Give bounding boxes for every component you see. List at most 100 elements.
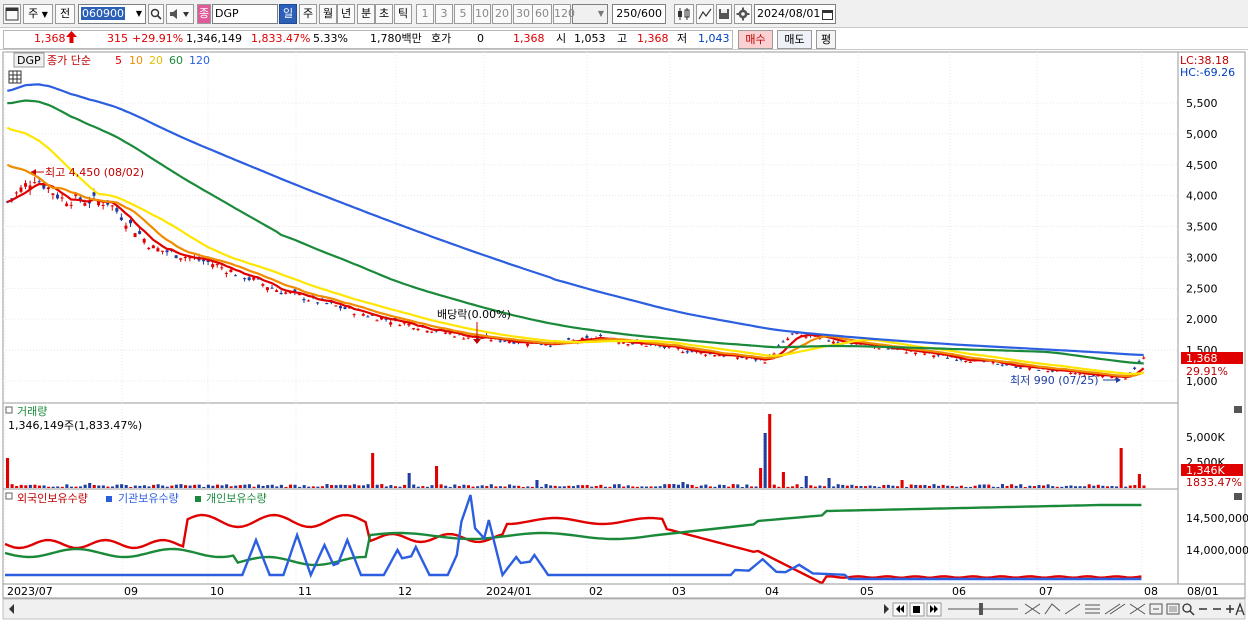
calendar-icon[interactable] [822,8,833,26]
interval-button-7[interactable]: 120 [553,4,575,24]
stock-name-field[interactable]: DGP [212,4,278,24]
volume-bar [800,486,804,488]
code-dropdown-icon[interactable]: ▼ [136,5,142,23]
price-change: 315 [107,32,128,45]
volume-bar [786,486,790,488]
volume-bar [257,484,261,488]
stop-icon[interactable] [909,602,925,617]
volume-bar [97,485,101,488]
candle-body [526,343,530,346]
volume-bar [544,484,548,488]
candle-body [443,332,447,334]
candle-body [338,306,342,309]
volume-bar [576,485,580,488]
period-button-1[interactable]: 주 [299,4,317,24]
grid-toggle-icon[interactable] [8,70,22,84]
volume-bar [900,480,904,488]
volume-bar [188,485,192,488]
last-page-icon[interactable] [926,602,942,617]
first-page-icon[interactable] [892,602,908,617]
volume-bar [941,484,945,488]
volume-bar [836,484,840,488]
period-button-6[interactable]: 틱 [394,4,412,24]
volume-bar [37,485,42,488]
scroll-bar[interactable] [2,598,1246,620]
candle-body [1000,364,1004,366]
window-menu-icon[interactable] [3,4,21,24]
sound-icon[interactable] [166,4,194,24]
chart-area[interactable]: DGP 종가 단순 5 10 20 60 120 최고 4,450 (08/02… [0,51,1248,621]
volume-bar [603,486,607,488]
turnover-rate: 5.33% [313,32,348,45]
prev-button[interactable]: 전 [55,4,75,24]
candle-body [781,341,785,343]
volume-bar [279,484,283,488]
search-icon[interactable] [148,4,164,24]
x-label-11: 07 [1039,585,1053,598]
volume-bar [804,476,808,488]
interval-button-2[interactable]: 5 [454,4,472,24]
interval-button-1[interactable]: 3 [435,4,453,24]
trade-amount: 1,780백만 [370,32,422,45]
volume-bar [284,486,288,488]
ma-legend-10: 10 [129,54,143,67]
interval-dropdown[interactable]: ▼ [572,4,608,24]
interval-button-5[interactable]: 30 [513,4,533,24]
volume-bar [549,485,553,488]
price-tick-3: 4,000 [1186,190,1218,203]
candle-body [704,354,708,356]
period-button-5[interactable]: 초 [375,4,393,24]
interval-button-3[interactable]: 10 [473,4,491,24]
period-button-0[interactable]: 일 [279,4,297,24]
volume-bar [813,486,817,488]
candle-body [147,247,151,250]
save-icon[interactable] [716,4,732,24]
x-label-9: 05 [860,585,874,598]
volume-bar [234,485,238,488]
volume-bar [389,485,393,488]
candle-body [270,287,274,289]
ma-legend-title: 종가 단순 [47,54,91,67]
volume-bar [51,486,55,488]
volume-bar [444,485,448,488]
open-price: 1,053 [574,32,606,45]
stock-code-input[interactable]: 060900 ▼ [78,4,146,24]
volume-bar [211,485,215,488]
interval-button-0[interactable]: 1 [416,4,434,24]
buy-label: 매수 [745,33,766,46]
period-button-4[interactable]: 분 [357,4,375,24]
volume-bar [681,482,685,488]
candle-body [489,340,493,342]
volume-panel-close-icon[interactable] [1234,406,1242,413]
interval-button-4[interactable]: 20 [492,4,512,24]
main-toolbar: 주 ▼ 전 060900 ▼ 종 DGP ▼ 250/600 2024/08/0… [0,0,1248,28]
volume-bar [1124,486,1128,488]
count-input[interactable]: 250/600 [612,4,666,24]
volume-bar [873,486,877,488]
holding-panel-close-icon[interactable] [1234,493,1242,500]
candle-body [233,275,237,277]
volume-bar [197,484,201,488]
volume-bar [877,486,881,488]
market-dropdown[interactable]: 주 ▼ [23,4,53,24]
volume-bar [617,484,621,488]
settings-gear-icon[interactable] [734,4,752,24]
eval-button[interactable]: 평 [816,30,836,49]
stock-chart-svg[interactable]: DGP 종가 단순 5 10 20 60 120 최고 4,450 (08/02… [0,51,1248,621]
date-input[interactable]: 2024/08/01 [754,4,836,24]
buy-button[interactable]: 매수 [738,30,773,49]
candle-type-icon[interactable] [674,4,694,24]
period-button-3[interactable]: 년 [337,4,355,24]
holding-tick-14000000: 14,000,000 [1186,544,1248,557]
interval-button-6[interactable]: 60 [532,4,552,24]
candle-body [1123,378,1127,380]
period-button-2[interactable]: 월 [319,4,337,24]
draw-tool-icon[interactable] [696,4,714,24]
sell-button[interactable]: 매도 [777,30,812,49]
candle-body [923,353,927,355]
ma-legend-5: 5 [115,54,122,67]
volume-bar [371,453,375,488]
candle-body [265,287,269,291]
volume-bar [1073,486,1078,488]
candle-body [224,273,228,275]
